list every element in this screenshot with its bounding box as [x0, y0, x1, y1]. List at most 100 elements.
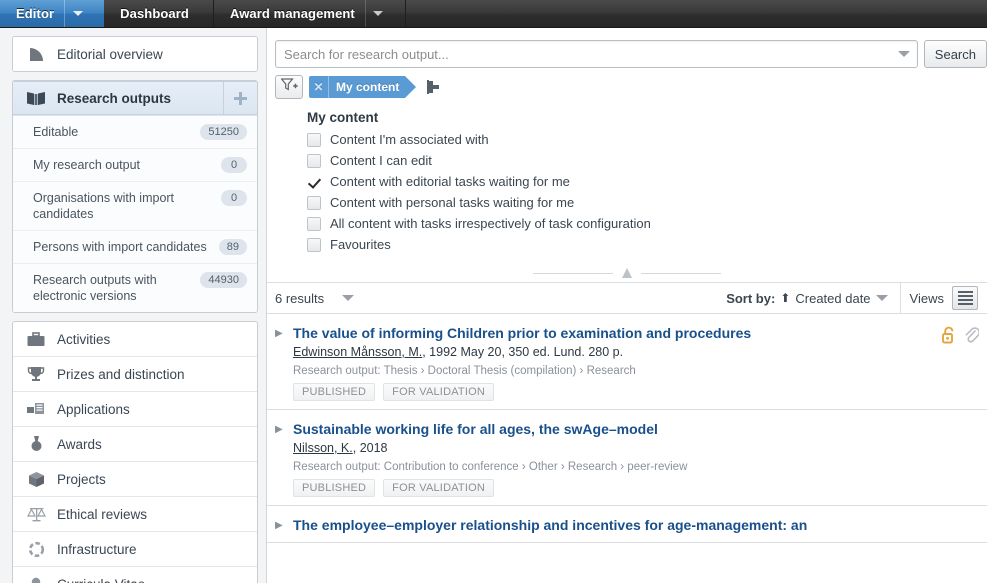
search-button-label: Search — [934, 46, 976, 62]
close-icon[interactable]: ✕ — [309, 76, 329, 98]
result-title-link[interactable]: Sustainable working life for all ages, t… — [293, 420, 979, 438]
sidebar-subitem-persons-with-import-candidates[interactable]: Persons with import candidates 89 — [13, 231, 257, 264]
sidebar-subitem-label: Persons with import candidates — [33, 240, 207, 254]
result-author-link[interactable]: Edwinson Månsson, M. — [293, 345, 422, 359]
result-type: Research output: Contribution to confere… — [293, 461, 688, 473]
briefcase-icon — [25, 329, 47, 349]
facet-option-label: Content I can edit — [330, 153, 432, 168]
nav-tab-editor-caret[interactable] — [64, 0, 90, 27]
pin-icon[interactable] — [425, 79, 443, 95]
checkbox[interactable] — [307, 195, 321, 210]
sort-value-label: Created date — [795, 290, 871, 306]
result-type: Research output: Thesis › Doctoral Thesi… — [293, 365, 636, 377]
sidebar-item-prizes-and-distinction[interactable]: Prizes and distinction — [13, 357, 257, 392]
result-author-link[interactable]: Nilsson, K. — [293, 441, 353, 455]
sidebar-item-ethical-reviews[interactable]: Ethical reviews — [13, 497, 257, 532]
result-content: Sustainable working life for all ages, t… — [291, 420, 979, 497]
result-row[interactable]: ▶ The value of informing Children prior … — [267, 314, 987, 410]
facet-panel: My content Content I'm associated with C… — [267, 104, 987, 262]
search-dropdown-button[interactable] — [891, 51, 917, 57]
checkbox[interactable] — [307, 153, 321, 168]
facet-option-content-with-editorial-tasks-waiting-for-me[interactable]: Content with editorial tasks waiting for… — [307, 174, 987, 189]
search-input[interactable] — [276, 46, 891, 62]
status-badge: PUBLISHED — [293, 383, 376, 401]
filter-chip-label: My content — [336, 80, 400, 94]
sidebar-subitem-count: 89 — [218, 239, 247, 255]
chevron-down-icon — [897, 51, 910, 57]
sidebar-item-label: Projects — [57, 471, 106, 487]
facet-option-content-im-associated-with[interactable]: Content I'm associated with — [307, 132, 987, 147]
checkbox[interactable] — [307, 132, 321, 147]
attachment-icon[interactable] — [964, 326, 981, 349]
checkbox-checked[interactable] — [307, 175, 321, 189]
list-view-icon[interactable] — [952, 286, 978, 310]
sidebar-item-label: Ethical reviews — [57, 506, 148, 522]
documents-icon — [25, 399, 47, 419]
sidebar-subitem-organisations-with-import-candidates[interactable]: Organisations with import candidates 0 — [13, 182, 257, 231]
results-count-label: 6 results — [275, 290, 325, 306]
sidebar-item-infrastructure[interactable]: Infrastructure — [13, 532, 257, 567]
nav-tab-award-management-caret[interactable] — [364, 0, 391, 27]
sidebar-item-curricula-vitae[interactable]: Curricula Vitae — [13, 567, 257, 583]
sidebar: Editorial overview Research outputs Edit… — [0, 28, 266, 583]
sidebar-item-activities[interactable]: Activities — [13, 322, 257, 357]
facet-option-label: Content with editorial tasks waiting for… — [330, 174, 570, 189]
arrow-up-icon: ⬆ — [780, 291, 791, 305]
add-research-output-button[interactable] — [223, 82, 257, 114]
sidebar-item-projects[interactable]: Projects — [13, 462, 257, 497]
open-access-icon[interactable] — [942, 326, 957, 349]
sidebar-subitem-count: 51250 — [200, 124, 247, 140]
sidebar-subitem-label: Editable — [33, 125, 79, 139]
sidebar-item-editorial-overview[interactable]: Editorial overview — [13, 37, 257, 71]
result-title-link[interactable]: The value of informing Children prior to… — [293, 324, 942, 342]
sidebar-subitem-count: 44930 — [200, 272, 247, 288]
chevron-up-icon[interactable]: ▲ — [619, 264, 636, 281]
status-badge: FOR VALIDATION — [383, 479, 495, 497]
search-box[interactable] — [275, 40, 918, 68]
sidebar-subitem-research-outputs-with-electronic-versions[interactable]: Research outputs with electronic version… — [13, 264, 257, 312]
page-body: Editorial overview Research outputs Edit… — [0, 28, 987, 583]
result-row[interactable]: ▶ The employee–employer relationship and… — [267, 506, 987, 543]
facet-option-favourites[interactable]: Favourites — [307, 237, 987, 252]
facet-option-content-with-personal-tasks-waiting-for-me[interactable]: Content with personal tasks waiting for … — [307, 195, 987, 210]
sidebar-card-nav: Activities Prizes and distinction Applic… — [12, 321, 258, 583]
sidebar-item-label: Applications — [57, 401, 130, 417]
checkbox[interactable] — [307, 216, 321, 231]
sidebar-item-research-outputs[interactable]: Research outputs — [13, 81, 257, 115]
result-meta: , 2018 — [352, 441, 388, 455]
divider-right — [641, 272, 722, 274]
cube-icon — [25, 469, 47, 489]
views-control[interactable]: Views — [899, 282, 987, 314]
add-filter-button[interactable] — [275, 75, 303, 99]
nav-tab-dashboard[interactable]: Dashboard — [104, 0, 214, 27]
sidebar-item-awards[interactable]: Awards — [13, 427, 257, 462]
sidebar-item-applications[interactable]: Applications — [13, 392, 257, 427]
result-content: The value of informing Children prior to… — [291, 324, 942, 401]
facet-option-content-i-can-edit[interactable]: Content I can edit — [307, 153, 987, 168]
triangle-right-icon[interactable]: ▶ — [275, 324, 291, 401]
sidebar-subitem-count: 0 — [221, 157, 247, 173]
sidebar-subitem-label: Organisations with import candidates — [33, 191, 175, 221]
checkbox[interactable] — [307, 237, 321, 252]
result-title-link[interactable]: The employee–employer relationship and i… — [293, 516, 979, 534]
nav-tab-dashboard-label: Dashboard — [120, 6, 189, 21]
sort-control[interactable]: Sort by: ⬆ Created date — [726, 290, 888, 306]
facet-collapse-bar[interactable]: ▲ — [267, 262, 987, 282]
sidebar-subitem-editable[interactable]: Editable 51250 — [13, 116, 257, 149]
filter-chip-my-content[interactable]: ✕ My content — [309, 76, 417, 98]
status-badge: PUBLISHED — [293, 479, 376, 497]
add-filter-icon — [279, 77, 298, 97]
facet-option-all-content-with-tasks[interactable]: All content with tasks irrespectively of… — [307, 216, 987, 231]
search-button[interactable]: Search — [923, 40, 987, 68]
result-row[interactable]: ▶ Sustainable working life for all ages,… — [267, 410, 987, 506]
triangle-right-icon[interactable]: ▶ — [275, 516, 291, 534]
sidebar-subitem-my-research-output[interactable]: My research output 0 — [13, 149, 257, 182]
trophy-icon — [25, 364, 47, 384]
pie-chart-icon — [25, 45, 47, 63]
nav-tab-editor[interactable]: Editor — [0, 0, 105, 27]
nav-tab-award-management[interactable]: Award management — [214, 0, 406, 27]
triangle-right-icon[interactable]: ▶ — [275, 420, 291, 497]
status-badge: FOR VALIDATION — [383, 383, 495, 401]
sort-by-label: Sort by: — [726, 290, 776, 306]
results-count-dropdown[interactable] — [342, 295, 355, 301]
